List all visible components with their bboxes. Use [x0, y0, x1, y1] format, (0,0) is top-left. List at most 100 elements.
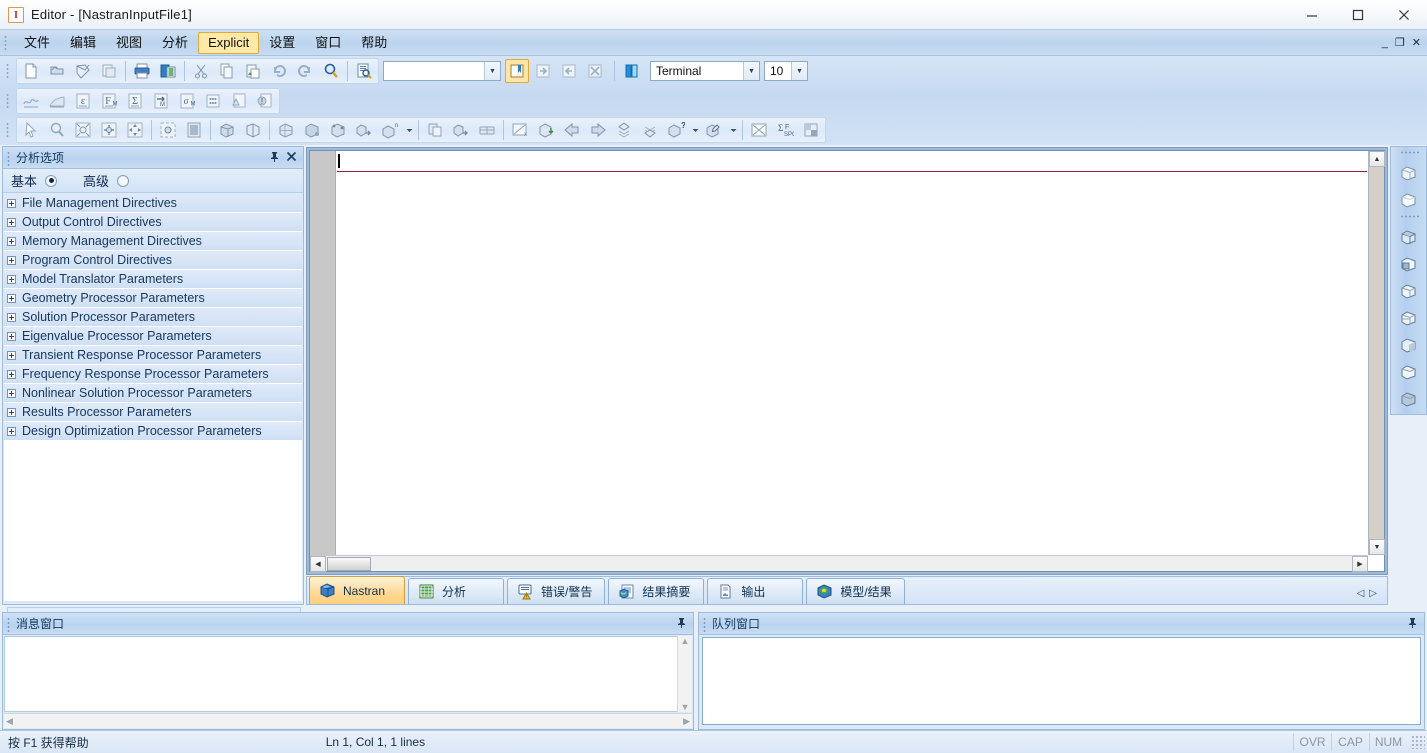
plot-clear-icon[interactable]: x	[508, 118, 532, 142]
scroll-right-icon[interactable]: ▶	[683, 716, 690, 727]
font-family-select[interactable]: Terminal ▼	[650, 61, 760, 81]
element-move-icon[interactable]	[449, 118, 473, 142]
contour-icon[interactable]	[799, 118, 823, 142]
plot-curve-icon[interactable]	[19, 89, 43, 113]
matrix-icon[interactable]	[201, 89, 225, 113]
radio-basic[interactable]	[45, 174, 58, 187]
tree-item-memory-management[interactable]: Memory Management Directives	[4, 232, 302, 251]
tree-item-transient-response[interactable]: Transient Response Processor Parameters	[4, 346, 302, 365]
export-icon[interactable]	[534, 118, 558, 142]
dropdown-arrow-icon[interactable]	[690, 118, 700, 142]
surface-model-icon[interactable]	[241, 118, 265, 142]
force-fm-icon[interactable]: FM	[97, 89, 121, 113]
copy-icon[interactable]	[215, 59, 239, 83]
dropdown-arrow-icon[interactable]	[404, 118, 414, 142]
toolbar-grip-icon[interactable]	[1398, 214, 1419, 221]
tree-item-results-processor[interactable]: Results Processor Parameters	[4, 403, 302, 422]
view-top-icon[interactable]	[1396, 278, 1422, 304]
layer-down-icon[interactable]	[638, 118, 662, 142]
find-in-files-icon[interactable]	[352, 59, 376, 83]
menu-grip-icon[interactable]	[3, 33, 10, 52]
back-arrow-icon[interactable]	[560, 118, 584, 142]
radio-advanced[interactable]	[117, 174, 130, 187]
moment-m-icon[interactable]: M	[149, 89, 173, 113]
queue-content-area[interactable]	[702, 637, 1421, 725]
chevron-down-icon[interactable]: ▼	[743, 62, 759, 80]
tree-item-file-management[interactable]: File Management Directives	[4, 194, 302, 213]
tree-item-solution-processor[interactable]: Solution Processor Parameters	[4, 308, 302, 327]
view-iso-icon[interactable]	[1396, 224, 1422, 250]
expand-plus-icon[interactable]	[7, 293, 16, 303]
chart-icon[interactable]	[747, 118, 771, 142]
chevron-down-icon[interactable]: ▼	[484, 62, 500, 80]
toggle-bookmark-icon[interactable]	[505, 59, 529, 83]
mesh-translate-icon[interactable]	[352, 118, 376, 142]
expand-plus-icon[interactable]	[7, 217, 16, 227]
editor-vertical-scrollbar[interactable]: ▲ ▼	[1368, 151, 1385, 555]
tab-nastran[interactable]: Nastran	[309, 576, 405, 604]
stress-sigma-m-icon[interactable]: σM	[175, 89, 199, 113]
expand-plus-icon[interactable]	[7, 198, 16, 208]
tree-item-geometry-processor[interactable]: Geometry Processor Parameters	[4, 289, 302, 308]
tree-item-program-control[interactable]: Program Control Directives	[4, 251, 302, 270]
pin-icon[interactable]	[676, 617, 687, 630]
panel-grip-icon[interactable]	[6, 615, 13, 632]
zoom-fit-icon[interactable]	[71, 118, 95, 142]
select-arrow-icon[interactable]	[19, 118, 43, 142]
view-shaded-icon[interactable]	[1396, 187, 1422, 213]
view-right-icon[interactable]	[1396, 305, 1422, 331]
font-color-icon[interactable]	[620, 59, 644, 83]
menu-item-settings[interactable]: 设置	[259, 32, 305, 54]
plot-area-icon[interactable]	[45, 89, 69, 113]
mesh-node-icon[interactable]	[326, 118, 350, 142]
view-wireframe-icon[interactable]	[1396, 160, 1422, 186]
scroll-left-icon[interactable]: ◀	[310, 555, 326, 572]
tab-output[interactable]: 输出	[707, 578, 804, 604]
list-view-icon[interactable]	[182, 118, 206, 142]
paste-icon[interactable]	[241, 59, 265, 83]
dropdown-arrow-icon[interactable]	[728, 118, 738, 142]
expand-plus-icon[interactable]	[7, 312, 16, 322]
save-all-icon[interactable]	[97, 59, 121, 83]
menu-item-view[interactable]: 视图	[106, 32, 152, 54]
message-horizontal-scrollbar[interactable]: ◀ ▶	[4, 713, 692, 728]
close-icon[interactable]	[286, 151, 297, 164]
view-solid-icon[interactable]	[1396, 386, 1422, 412]
tab-results-summary[interactable]: 结果摘要	[608, 578, 705, 604]
expand-plus-icon[interactable]	[7, 350, 16, 360]
find-icon[interactable]	[319, 59, 343, 83]
minimize-icon[interactable]	[1289, 0, 1335, 30]
clear-bookmarks-icon[interactable]	[583, 59, 607, 83]
expand-plus-icon[interactable]	[7, 236, 16, 246]
editor-horizontal-scrollbar[interactable]: ◀ ▶	[310, 555, 1368, 572]
print-icon[interactable]	[130, 59, 154, 83]
message-content-area[interactable]	[4, 636, 692, 712]
toolbar-grip-icon[interactable]	[5, 91, 12, 110]
tree-item-nonlinear-solution[interactable]: Nonlinear Solution Processor Parameters	[4, 384, 302, 403]
zoom-window-icon[interactable]	[156, 118, 180, 142]
pin-icon[interactable]	[269, 151, 280, 164]
pan-icon[interactable]	[123, 118, 147, 142]
redo-icon[interactable]	[293, 59, 317, 83]
tab-nav-next-icon[interactable]: ▷	[1369, 588, 1377, 599]
tab-nav-prev-icon[interactable]: ◁	[1357, 588, 1365, 599]
tree-item-design-optimization[interactable]: Design Optimization Processor Parameters	[4, 422, 302, 441]
scroll-left-icon[interactable]: ◀	[6, 716, 13, 727]
mesh-options-icon[interactable]: n	[378, 118, 402, 142]
toolbar-grip-icon[interactable]	[5, 121, 12, 139]
view-left-icon[interactable]	[1396, 332, 1422, 358]
menu-item-file[interactable]: 文件	[14, 32, 60, 54]
editor-text-area[interactable]	[337, 151, 1367, 554]
view-bottom-icon[interactable]	[1396, 359, 1422, 385]
save-file-icon[interactable]	[71, 59, 95, 83]
next-bookmark-icon[interactable]	[531, 59, 555, 83]
search-input[interactable]: ▼	[383, 61, 501, 81]
toolbar-grip-icon[interactable]	[1398, 150, 1419, 157]
report-info-icon[interactable]: !	[253, 89, 277, 113]
sum-sigma-icon[interactable]: Σ	[123, 89, 147, 113]
mdi-restore-icon[interactable]: ❐	[1395, 37, 1405, 49]
expand-plus-icon[interactable]	[7, 407, 16, 417]
analysis-options-tree[interactable]: File Management Directives Output Contro…	[4, 194, 302, 601]
scroll-down-icon[interactable]: ▼	[678, 702, 692, 712]
undo-icon[interactable]	[267, 59, 291, 83]
